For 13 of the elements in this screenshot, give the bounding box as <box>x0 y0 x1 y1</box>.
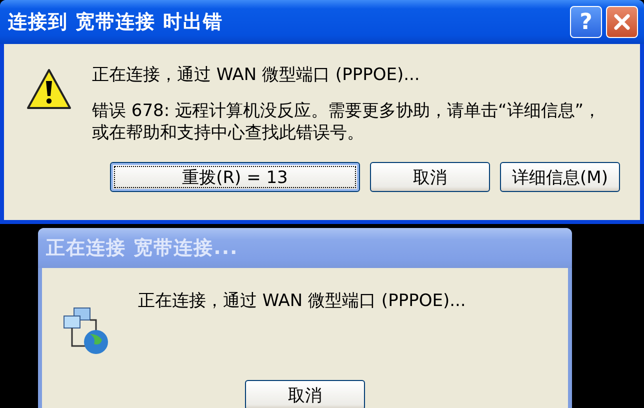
window-title: 正在连接 宽带连接... <box>46 236 240 261</box>
close-icon <box>613 13 631 31</box>
dialog-button[interactable]: 重拨(R) = 13 <box>110 162 360 192</box>
message-text: 正在连接，通过 WAN 微型端口 (PPPOE)... <box>92 64 421 86</box>
warning-icon <box>26 68 72 110</box>
message-text: 错误 678: 远程计算机没反应。需要更多协助，请单击“详细信息”，或在帮助和支持中心查找此错误号。 <box>92 100 602 144</box>
close-button[interactable] <box>606 6 638 38</box>
dialog-button[interactable]: 详细信息(M) <box>500 162 620 192</box>
window-title: 连接到 宽带连接 时出错 <box>8 10 224 35</box>
dialog-button[interactable]: 取消 <box>370 162 490 192</box>
message-text: 正在连接，通过 WAN 微型端口 (PPPOE)... <box>138 290 467 312</box>
help-button[interactable]: ? <box>570 6 602 38</box>
dialog-button[interactable]: 取消 <box>245 380 365 408</box>
